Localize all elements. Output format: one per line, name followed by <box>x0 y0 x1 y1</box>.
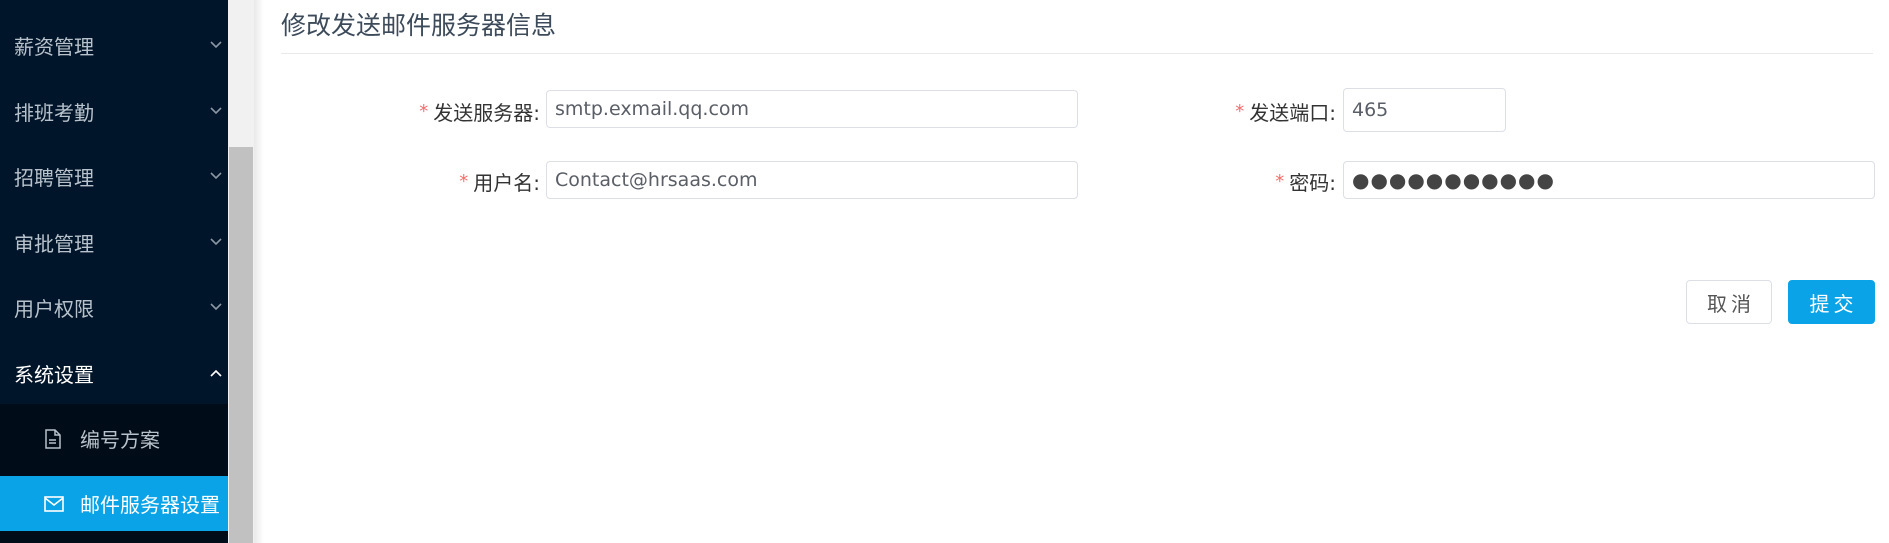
server-label: * 发送服务器: <box>380 91 540 131</box>
required-mark: * <box>419 100 429 122</box>
required-mark: * <box>1235 100 1245 122</box>
chevron-up-icon <box>204 361 228 385</box>
document-icon <box>44 428 66 450</box>
chevron-down-icon <box>204 33 228 57</box>
sidebar-subitem-label: 邮件服务器设置 <box>80 493 220 517</box>
sidebar-item-approval[interactable]: 审批管理 <box>0 209 228 275</box>
sidebar-item-attendance[interactable]: 排班考勤 <box>0 78 228 144</box>
chevron-down-icon <box>204 230 228 254</box>
submit-button[interactable]: 提交 <box>1788 280 1875 324</box>
sidebar-item-label: 系统设置 <box>14 362 94 387</box>
mail-icon <box>44 493 66 515</box>
username-input[interactable] <box>546 161 1078 199</box>
scrollbar-thumb[interactable] <box>229 147 253 543</box>
sidebar-item-permissions[interactable]: 用户权限 <box>0 274 228 340</box>
password-input[interactable] <box>1343 161 1875 199</box>
content-shadow <box>254 0 264 543</box>
username-label: * 用户名: <box>380 161 540 201</box>
sidebar-subitem-mail-server[interactable]: 邮件服务器设置 <box>0 476 228 531</box>
password-label: * 密码: <box>1180 161 1336 201</box>
sidebar-item-label: 排班考勤 <box>14 100 94 125</box>
sidebar: 薪资管理 排班考勤 招聘管理 审批管理 用户权限 系统设置 编号方案 邮件服务器… <box>0 0 228 543</box>
cancel-button[interactable]: 取消 <box>1686 280 1772 324</box>
title-divider <box>281 53 1873 54</box>
chevron-down-icon <box>204 99 228 123</box>
sidebar-subitem-label: 编号方案 <box>80 428 160 452</box>
sidebar-subitem-numbering[interactable]: 编号方案 <box>0 411 228 466</box>
chevron-down-icon <box>204 295 228 319</box>
sidebar-item-label: 薪资管理 <box>14 34 94 59</box>
chevron-down-icon <box>204 164 228 188</box>
username-label-text: 用户名: <box>473 170 540 195</box>
server-label-text: 发送服务器: <box>433 100 540 125</box>
sidebar-item-label: 招聘管理 <box>14 165 94 190</box>
port-input[interactable] <box>1343 88 1506 132</box>
port-label-text: 发送端口: <box>1249 100 1336 125</box>
sidebar-item-label: 用户权限 <box>14 296 94 321</box>
server-input[interactable] <box>546 90 1078 128</box>
password-label-text: 密码: <box>1289 170 1336 195</box>
required-mark: * <box>459 170 469 192</box>
page-title: 修改发送邮件服务器信息 <box>281 11 557 40</box>
sidebar-item-recruitment[interactable]: 招聘管理 <box>0 143 228 209</box>
required-mark: * <box>1275 170 1285 192</box>
sidebar-item-salary[interactable]: 薪资管理 <box>0 12 228 78</box>
sidebar-item-label: 审批管理 <box>14 231 94 256</box>
port-label: * 发送端口: <box>1180 91 1336 131</box>
sidebar-item-settings[interactable]: 系统设置 <box>0 340 228 406</box>
